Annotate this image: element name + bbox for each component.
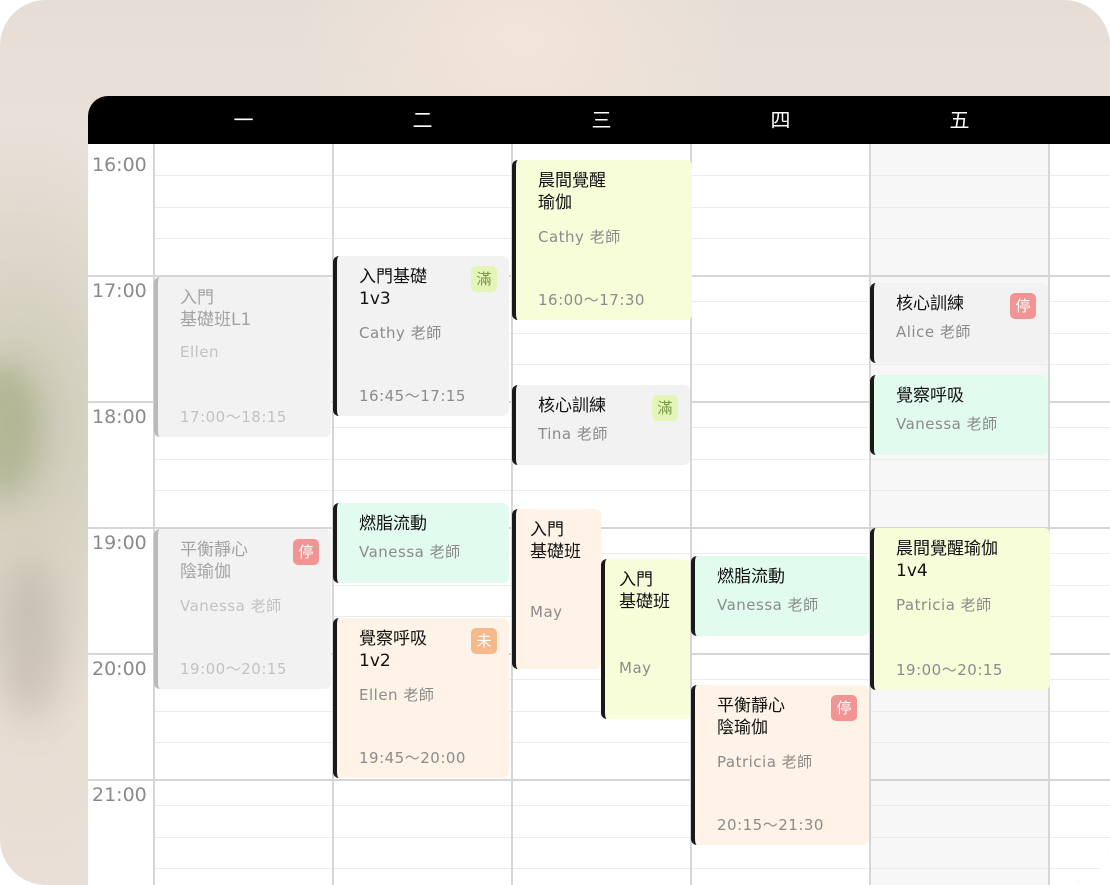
grid-line xyxy=(154,805,1110,806)
time-label: 20:00 xyxy=(92,658,147,680)
status-badge-suspended: 停 xyxy=(293,539,319,565)
class-card[interactable]: 覺察呼吸 1v2 Ellen 老師 19:45～20:00 未 xyxy=(333,618,509,778)
friday-column-shade xyxy=(870,144,1049,885)
day-header-thu: 四 xyxy=(770,108,791,132)
grid-line xyxy=(154,868,1110,869)
class-instructor: Vanessa 老師 xyxy=(896,415,998,433)
blurred-plant xyxy=(0,360,40,500)
class-title: 入門 基礎班 xyxy=(530,520,581,562)
column-line xyxy=(869,144,871,885)
class-time: 20:15～21:30 xyxy=(717,816,824,834)
class-time: 17:00～18:15 xyxy=(180,408,287,426)
class-instructor: Patricia 老師 xyxy=(717,753,813,771)
class-card[interactable]: 燃脂流動 Vanessa 老師 xyxy=(691,556,869,636)
class-time: 19:00～20:15 xyxy=(180,660,287,678)
class-instructor: Ellen xyxy=(180,343,220,361)
class-card[interactable]: 晨間覺醒瑜伽 1v4 Patricia 老師 19:00～20:15 xyxy=(870,528,1050,690)
class-instructor: Ellen 老師 xyxy=(359,686,435,704)
class-time: 16:00～17:30 xyxy=(538,291,645,309)
class-instructor: May xyxy=(530,603,563,621)
class-card[interactable]: 平衡靜心 陰瑜伽 Patricia 老師 20:15～21:30 停 xyxy=(691,685,869,845)
grid-line xyxy=(154,837,1110,838)
class-title: 晨間覺醒 瑜伽 xyxy=(538,171,606,213)
class-card[interactable]: 入門 基礎班L1 Ellen 17:00～18:15 xyxy=(154,277,331,437)
class-instructor: Patricia 老師 xyxy=(896,596,992,614)
class-card[interactable]: 核心訓練 Tina 老師 滿 xyxy=(512,385,690,465)
class-card[interactable]: 核心訓練 Alice 老師 停 xyxy=(870,283,1048,363)
day-header-fri: 五 xyxy=(949,108,970,132)
status-badge-suspended: 停 xyxy=(831,695,857,721)
weekday-header: 一 二 三 四 五 xyxy=(88,96,1110,144)
class-title: 覺察呼吸 xyxy=(896,386,964,406)
class-card[interactable]: 入門基礎 1v3 Cathy 老師 16:45～17:15 滿 xyxy=(333,256,509,416)
class-card[interactable]: 晨間覺醒 瑜伽 Cathy 老師 16:00～17:30 xyxy=(512,160,692,320)
class-instructor: Tina 老師 xyxy=(538,425,608,443)
app-background: 一 二 三 四 五 16:00 17:00 18:00 19:00 20:00 … xyxy=(0,0,1110,885)
time-label: 19:00 xyxy=(92,532,147,554)
schedule-grid: 16:00 17:00 18:00 19:00 20:00 21:00 入門 基… xyxy=(88,144,1110,885)
class-title: 燃脂流動 xyxy=(717,567,785,587)
class-instructor: Cathy 老師 xyxy=(538,228,621,246)
time-label: 18:00 xyxy=(92,406,147,428)
class-title: 燃脂流動 xyxy=(359,514,427,534)
class-instructor: May xyxy=(619,659,652,677)
class-time: 19:00～20:15 xyxy=(896,661,1003,679)
day-header-wed: 三 xyxy=(591,108,612,132)
status-badge-pending: 未 xyxy=(471,628,497,654)
class-instructor: Vanessa 老師 xyxy=(359,543,461,561)
class-time: 16:45～17:15 xyxy=(359,387,466,405)
class-title: 晨間覺醒瑜伽 1v4 xyxy=(896,539,998,581)
status-badge-full: 滿 xyxy=(652,395,678,421)
class-time: 19:45～20:00 xyxy=(359,749,466,767)
grid-line xyxy=(154,742,1110,743)
time-label: 16:00 xyxy=(92,154,147,176)
class-instructor: Vanessa 老師 xyxy=(180,597,282,615)
class-card[interactable]: 入門 基礎班 May xyxy=(601,559,690,719)
class-instructor: Alice 老師 xyxy=(896,323,971,341)
class-card[interactable]: 覺察呼吸 Vanessa 老師 xyxy=(870,375,1048,455)
class-card[interactable]: 平衡靜心 陰瑜伽 Vanessa 老師 19:00～20:15 停 xyxy=(154,529,331,689)
class-card[interactable]: 燃脂流動 Vanessa 老師 xyxy=(333,503,509,583)
class-title: 入門 基礎班 xyxy=(619,570,670,612)
class-card[interactable]: 入門 基礎班 May xyxy=(512,509,601,669)
blurred-decor xyxy=(0,560,60,720)
day-header-mon: 一 xyxy=(233,108,254,132)
class-title: 入門 基礎班L1 xyxy=(180,288,252,330)
grid-line xyxy=(154,490,1110,491)
day-header-tue: 二 xyxy=(412,108,433,132)
hour-line xyxy=(88,779,1110,781)
column-line xyxy=(1048,144,1050,885)
class-instructor: Cathy 老師 xyxy=(359,324,442,342)
status-badge-suspended: 停 xyxy=(1010,293,1036,319)
column-line xyxy=(153,144,155,885)
time-label: 17:00 xyxy=(92,280,147,302)
schedule-window: 一 二 三 四 五 16:00 17:00 18:00 19:00 20:00 … xyxy=(88,96,1110,885)
class-instructor: Vanessa 老師 xyxy=(717,596,819,614)
status-badge-full: 滿 xyxy=(471,266,497,292)
time-label: 21:00 xyxy=(92,784,147,806)
